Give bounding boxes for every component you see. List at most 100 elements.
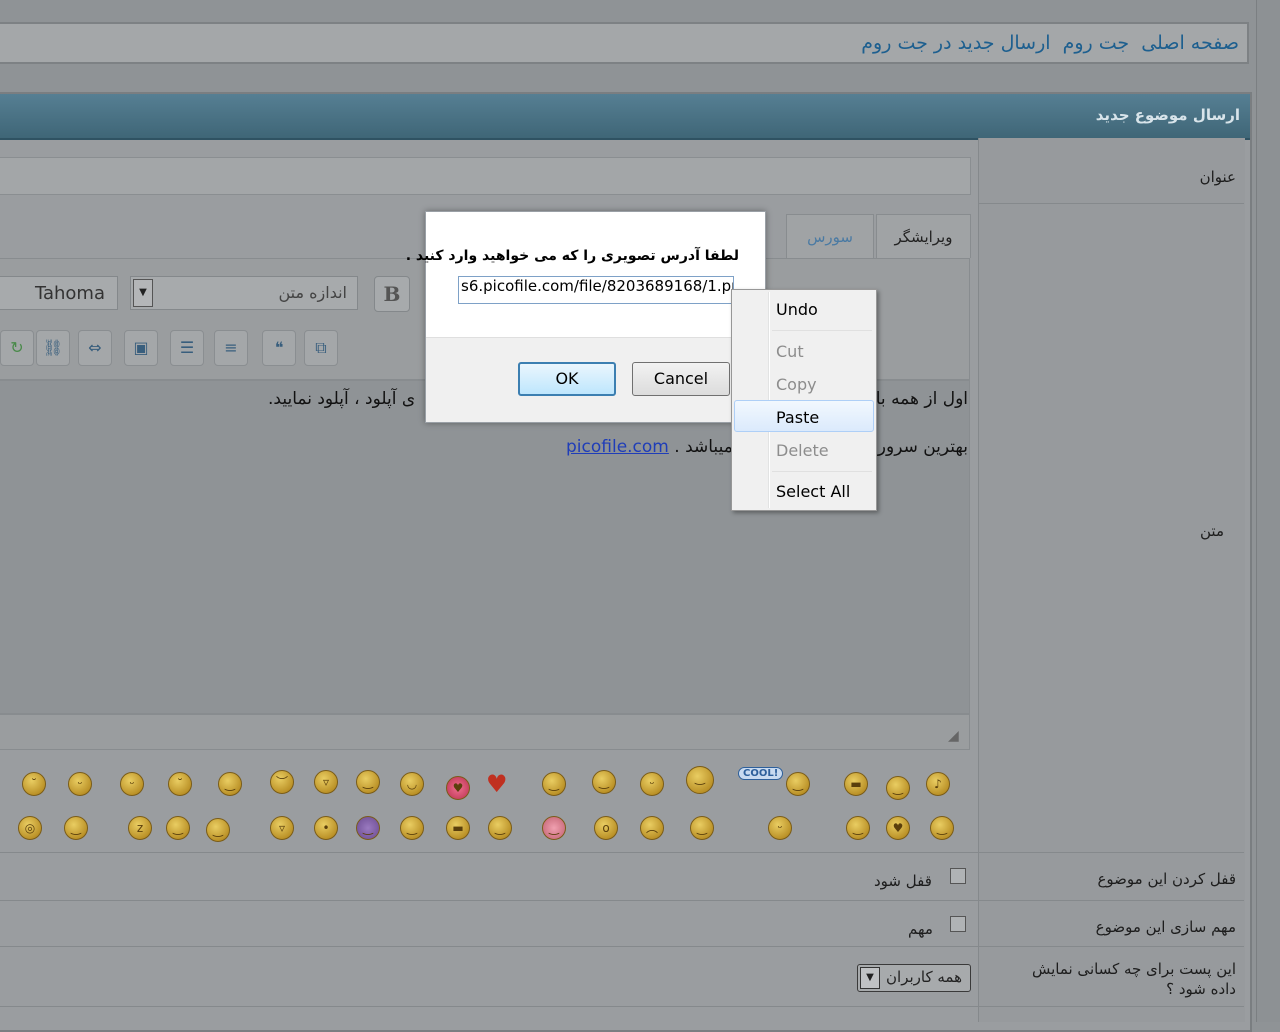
cool-badge[interactable]: COOL!: [738, 767, 784, 780]
smiley-icon[interactable]: ‿: [488, 816, 512, 840]
numbered-list-icon[interactable]: ≡: [214, 330, 248, 366]
breadcrumb-current: ارسال جدید در جت روم: [861, 32, 1051, 54]
dialog-prompt: لطفا آدرس تصویری را که می خواهید وارد کن…: [405, 248, 739, 264]
editor-text-line1-right: اول از همه با: [875, 389, 968, 409]
smiley-thumbs-up-icon[interactable]: ‿: [542, 772, 566, 796]
editor-text-line1-left: ی آپلود ، آپلود نمایید.: [268, 389, 416, 409]
menu-item-select-all[interactable]: Select All: [776, 482, 850, 501]
tab-wysiwyg[interactable]: ویرایشگر: [876, 214, 971, 258]
image-url-input[interactable]: s6.picofile.com/file/8203689168/1.png: [458, 276, 734, 304]
lock-topic-label: قفل کردن این موضوع: [1097, 870, 1236, 888]
menu-separator: [772, 330, 872, 331]
unlink-icon[interactable]: ⛓: [36, 330, 70, 366]
page-scrollbar[interactable]: [1256, 0, 1280, 1022]
smiley-icon[interactable]: ‿: [356, 770, 380, 794]
row-divider: [0, 900, 1244, 901]
smiley-icon[interactable]: ˘: [168, 772, 192, 796]
breadcrumb-forum[interactable]: جت روم: [1063, 32, 1130, 54]
visibility-value: همه کاربران: [886, 968, 962, 986]
smiley-graduate-icon[interactable]: ◡: [400, 772, 424, 796]
smiley-laugh-icon[interactable]: ▿: [314, 770, 338, 794]
smiley-cool-icon[interactable]: ‿: [786, 772, 810, 796]
smiley-kiss-icon[interactable]: ♥: [886, 816, 910, 840]
bullet-list-icon[interactable]: ☰: [170, 330, 204, 366]
smiley-devil-icon[interactable]: ‿: [356, 816, 380, 840]
breadcrumb-home[interactable]: صفحه اصلی: [1141, 32, 1239, 54]
source-icon[interactable]: ⧉: [304, 330, 338, 366]
panel-header: ارسال موضوع جدید: [0, 94, 1250, 140]
smiley-surprised-icon[interactable]: •: [314, 816, 338, 840]
smiley-icon[interactable]: ‿: [690, 816, 714, 840]
smiley-grin-icon[interactable]: ᵕ: [68, 772, 92, 796]
smiley-santa-icon[interactable]: ‿: [886, 776, 910, 800]
row-divider: [0, 852, 1244, 853]
context-menu: Undo Cut Copy Paste Delete Select All: [731, 289, 877, 511]
smiley-icon[interactable]: ‿: [592, 770, 616, 794]
smiley-sunglasses-icon[interactable]: ▬: [446, 816, 470, 840]
row-divider: [0, 946, 1244, 947]
insert-image-icon[interactable]: ▣: [124, 330, 158, 366]
smiley-shout-icon[interactable]: o: [594, 816, 618, 840]
ok-button[interactable]: OK: [518, 362, 616, 396]
smiley-guitar-icon[interactable]: ‿: [686, 766, 714, 794]
smiley-icon[interactable]: ‿: [218, 772, 242, 796]
menu-item-cut[interactable]: Cut: [776, 342, 804, 361]
row-divider: [978, 203, 1244, 204]
smiley-worried-icon[interactable]: ︵: [640, 816, 664, 840]
editor-text-line2-end: میباشد .: [674, 437, 733, 457]
menu-item-delete[interactable]: Delete: [776, 441, 829, 460]
smiley-sleeping-icon[interactable]: z: [128, 816, 152, 840]
visibility-label-line1: این پست برای چه کسانی نمایش: [1031, 960, 1236, 978]
smiley-laugh-icon[interactable]: ▿: [270, 816, 294, 840]
font-size-select[interactable]: ▼ اندازه متن: [130, 276, 358, 310]
smiley-blush-icon[interactable]: ‿: [542, 816, 566, 840]
label-column: [978, 138, 1245, 1022]
smiley-tongue-icon[interactable]: ᵕ: [768, 816, 792, 840]
lock-topic-option: قفل شود: [874, 872, 932, 890]
smiley-nerd-icon[interactable]: ◎: [18, 816, 42, 840]
image-url-dialog: لطفا آدرس تصویری را که می خواهید وارد کن…: [406, 211, 766, 423]
font-size-placeholder: اندازه متن: [278, 283, 347, 302]
sticky-topic-label: مهم سازی این موضوع: [1095, 918, 1236, 936]
menu-item-paste[interactable]: Paste: [776, 408, 819, 427]
panel-title: ارسال موضوع جدید: [1095, 106, 1240, 124]
smiley-icon[interactable]: ‿: [166, 816, 190, 840]
smiley-icon[interactable]: ‿: [64, 816, 88, 840]
smiley-sad-icon[interactable]: ︶: [270, 770, 294, 794]
visibility-select[interactable]: ▼ همه کاربران: [857, 964, 971, 992]
title-label: عنوان: [1199, 168, 1236, 186]
smiley-icon[interactable]: ‿: [846, 816, 870, 840]
sticky-topic-checkbox[interactable]: [950, 916, 966, 932]
sticky-topic-option: مهم: [908, 920, 933, 938]
chevron-down-icon: ▼: [133, 279, 153, 307]
menu-item-copy[interactable]: Copy: [776, 375, 817, 394]
menu-item-undo[interactable]: Undo: [776, 300, 818, 319]
smiley-icon[interactable]: ‿: [930, 816, 954, 840]
redo-icon[interactable]: ↻: [0, 330, 34, 366]
cancel-button[interactable]: Cancel: [632, 362, 730, 396]
tab-source[interactable]: سورس: [786, 214, 874, 258]
breadcrumb-bar: صفحه اصلی جت روم ارسال جدید در جت روم: [0, 22, 1249, 64]
smiley-music-icon[interactable]: ♪: [926, 772, 950, 796]
editor-statusbar: [0, 714, 970, 750]
smiley-wink-icon[interactable]: ᵕ: [120, 772, 144, 796]
bold-button[interactable]: B: [374, 276, 410, 312]
smiley-icon[interactable]: ᵕ: [640, 772, 664, 796]
smiley-love-icon[interactable]: ♥: [446, 776, 470, 800]
lock-topic-checkbox[interactable]: [950, 868, 966, 884]
smiley-sunglasses-icon[interactable]: ▬: [844, 772, 868, 796]
smiley-icon[interactable]: ‿: [206, 818, 230, 842]
image-url-value: s6.picofile.com/file/8203689168/1.png: [461, 277, 734, 295]
picofile-link[interactable]: picofile.com: [566, 437, 669, 457]
title-input[interactable]: [0, 157, 971, 195]
heart-icon[interactable]: ♥: [486, 770, 508, 798]
font-family-select[interactable]: Tahoma: [0, 276, 118, 310]
code-icon[interactable]: ⇔: [78, 330, 112, 366]
resize-handle-icon[interactable]: ◢: [948, 728, 959, 744]
text-label: متن: [1200, 522, 1224, 540]
smiley-icon[interactable]: ‿: [400, 816, 424, 840]
smiley-icon[interactable]: ˘: [22, 772, 46, 796]
quote-icon[interactable]: ❝: [262, 330, 296, 366]
visibility-label-line2: داده شود ؟: [1166, 980, 1236, 998]
menu-separator: [772, 471, 872, 472]
